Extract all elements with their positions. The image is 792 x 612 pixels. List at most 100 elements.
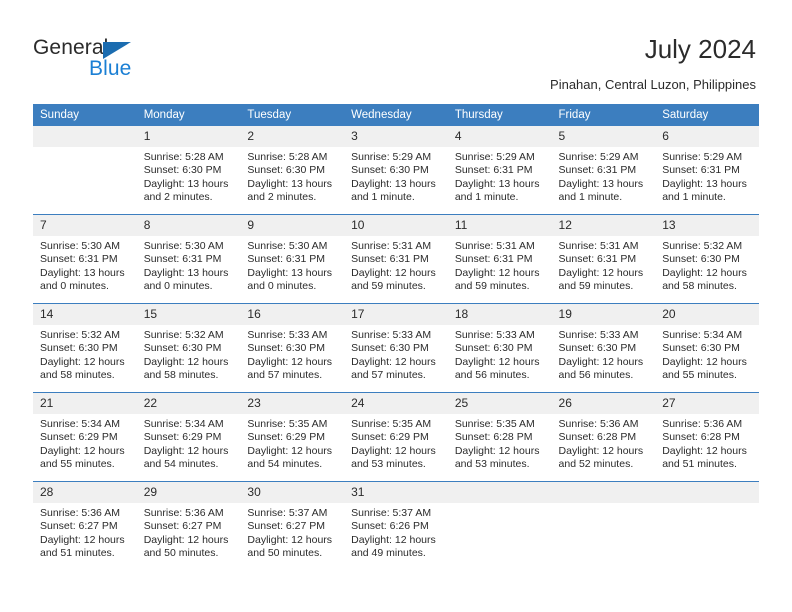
daylight-text: Daylight: 13 hours and 0 minutes. bbox=[40, 266, 125, 293]
calendar-table: Sunday Monday Tuesday Wednesday Thursday… bbox=[33, 104, 759, 570]
calendar-day-cell[interactable]: 20 Sunrise: 5:34 AM Sunset: 6:30 PM Dayligh… bbox=[655, 303, 759, 393]
calendar-day-cell[interactable]: 7 Sunrise: 5:30 AM Sunset: 6:31 PM Daylight… bbox=[33, 214, 137, 304]
day-details: Sunrise: 5:28 AM Sunset: 6:30 PM Daylight:… bbox=[137, 147, 241, 205]
sunset-text: Sunset: 6:31 PM bbox=[662, 164, 740, 177]
sunrise-text: Sunrise: 5:36 AM bbox=[558, 418, 639, 430]
weekday-header-tuesday: Tuesday bbox=[240, 104, 345, 126]
daylight-text: Daylight: 12 hours and 59 minutes. bbox=[558, 266, 644, 293]
daylight-text: Daylight: 12 hours and 57 minutes. bbox=[247, 355, 333, 382]
calendar-day-cell[interactable]: 31 Sunrise: 5:37 AM Sunset: 6:26 PM Dayligh… bbox=[344, 481, 448, 570]
weekday-header-friday: Friday bbox=[551, 104, 656, 126]
daylight-text: Daylight: 13 hours and 0 minutes. bbox=[247, 266, 333, 293]
day-number: 19 bbox=[551, 304, 656, 325]
sunset-text: Sunset: 6:30 PM bbox=[662, 342, 740, 355]
day-number: 16 bbox=[240, 304, 345, 325]
general-blue-logo[interactable]: General Blue bbox=[33, 36, 233, 82]
sunrise-text: Sunrise: 5:35 AM bbox=[454, 418, 535, 430]
daylight-text: Daylight: 12 hours and 58 minutes. bbox=[143, 355, 229, 382]
day-details: Sunrise: 5:37 AM Sunset: 6:27 PM Daylight:… bbox=[240, 503, 344, 561]
calendar-day-cell[interactable]: 25 Sunrise: 5:35 AM Sunset: 6:28 PM Dayligh… bbox=[447, 392, 552, 482]
day-number: 10 bbox=[344, 215, 448, 236]
weekday-header-thursday: Thursday bbox=[447, 104, 552, 126]
day-number: 4 bbox=[447, 126, 552, 147]
calendar-day-cell[interactable]: 3 Sunrise: 5:29 AM Sunset: 6:30 PM Daylight… bbox=[344, 126, 448, 215]
sunset-text: Sunset: 6:30 PM bbox=[351, 342, 429, 355]
day-details: Sunrise: 5:35 AM Sunset: 6:29 PM Daylight:… bbox=[240, 414, 344, 472]
calendar-day-cell[interactable]: 1 Sunrise: 5:28 AM Sunset: 6:30 PM Daylight… bbox=[136, 126, 241, 215]
sunset-text: Sunset: 6:30 PM bbox=[143, 342, 222, 355]
calendar-day-cell[interactable]: 16 Sunrise: 5:33 AM Sunset: 6:30 PM Dayligh… bbox=[240, 303, 345, 393]
day-number: 22 bbox=[136, 393, 241, 414]
calendar-day-cell[interactable]: 13 Sunrise: 5:32 AM Sunset: 6:30 PM Dayligh… bbox=[655, 214, 759, 304]
calendar-day-cell[interactable]: 10 Sunrise: 5:31 AM Sunset: 6:31 PM Dayligh… bbox=[344, 214, 448, 304]
daylight-text: Daylight: 12 hours and 58 minutes. bbox=[662, 266, 747, 293]
day-number: 12 bbox=[551, 215, 656, 236]
day-details: Sunrise: 5:34 AM Sunset: 6:29 PM Daylight:… bbox=[137, 414, 241, 472]
sunrise-text: Sunrise: 5:36 AM bbox=[662, 418, 743, 430]
calendar-day-cell[interactable]: 29 Sunrise: 5:36 AM Sunset: 6:27 PM Dayligh… bbox=[136, 481, 241, 570]
calendar-empty-cell bbox=[447, 481, 552, 570]
day-details: Sunrise: 5:36 AM Sunset: 6:27 PM Daylight:… bbox=[33, 503, 137, 561]
sunrise-text: Sunrise: 5:30 AM bbox=[247, 240, 328, 252]
calendar-day-cell[interactable]: 23 Sunrise: 5:35 AM Sunset: 6:29 PM Dayligh… bbox=[240, 392, 345, 482]
calendar-body: 1 Sunrise: 5:28 AM Sunset: 6:30 PM Daylight… bbox=[33, 126, 759, 570]
calendar-day-cell[interactable]: 28 Sunrise: 5:36 AM Sunset: 6:27 PM Dayligh… bbox=[33, 481, 137, 570]
calendar-day-cell[interactable]: 27 Sunrise: 5:36 AM Sunset: 6:28 PM Dayligh… bbox=[655, 392, 759, 482]
daylight-text: Daylight: 12 hours and 56 minutes. bbox=[454, 355, 540, 382]
sunrise-text: Sunrise: 5:32 AM bbox=[662, 240, 743, 252]
calendar-header-row: Sunday Monday Tuesday Wednesday Thursday… bbox=[33, 104, 759, 126]
calendar-day-cell[interactable]: 8 Sunrise: 5:30 AM Sunset: 6:31 PM Daylight… bbox=[136, 214, 241, 304]
daylight-text: Daylight: 12 hours and 59 minutes. bbox=[454, 266, 540, 293]
calendar-empty-cell bbox=[551, 481, 656, 570]
calendar-day-cell[interactable]: 15 Sunrise: 5:32 AM Sunset: 6:30 PM Dayligh… bbox=[136, 303, 241, 393]
day-details: Sunrise: 5:30 AM Sunset: 6:31 PM Daylight:… bbox=[240, 236, 344, 294]
calendar-day-cell[interactable]: 6 Sunrise: 5:29 AM Sunset: 6:31 PM Daylight… bbox=[655, 126, 759, 215]
calendar-day-cell[interactable]: 22 Sunrise: 5:34 AM Sunset: 6:29 PM Dayligh… bbox=[136, 392, 241, 482]
sunset-text: Sunset: 6:28 PM bbox=[662, 431, 740, 444]
sunrise-text: Sunrise: 5:33 AM bbox=[558, 329, 639, 341]
sunrise-text: Sunrise: 5:29 AM bbox=[454, 151, 535, 163]
day-details: Sunrise: 5:30 AM Sunset: 6:31 PM Daylight:… bbox=[137, 236, 241, 294]
calendar-day-cell[interactable]: 2 Sunrise: 5:28 AM Sunset: 6:30 PM Daylight… bbox=[240, 126, 345, 215]
calendar-day-cell[interactable]: 26 Sunrise: 5:36 AM Sunset: 6:28 PM Dayligh… bbox=[551, 392, 656, 482]
day-details: Sunrise: 5:32 AM Sunset: 6:30 PM Daylight:… bbox=[137, 325, 241, 383]
calendar-day-cell[interactable]: 21 Sunrise: 5:34 AM Sunset: 6:29 PM Dayligh… bbox=[33, 392, 137, 482]
calendar-day-cell[interactable]: 14 Sunrise: 5:32 AM Sunset: 6:30 PM Dayligh… bbox=[33, 303, 137, 393]
day-number: 3 bbox=[344, 126, 448, 147]
sunrise-text: Sunrise: 5:37 AM bbox=[247, 507, 328, 519]
calendar-empty-cell bbox=[655, 481, 759, 570]
daylight-text: Daylight: 12 hours and 56 minutes. bbox=[558, 355, 644, 382]
calendar-day-cell[interactable]: 17 Sunrise: 5:33 AM Sunset: 6:30 PM Dayligh… bbox=[344, 303, 448, 393]
sunset-text: Sunset: 6:31 PM bbox=[40, 253, 118, 266]
calendar-day-cell[interactable]: 11 Sunrise: 5:31 AM Sunset: 6:31 PM Dayligh… bbox=[447, 214, 552, 304]
sunrise-text: Sunrise: 5:37 AM bbox=[351, 507, 432, 519]
daylight-text: Daylight: 12 hours and 53 minutes. bbox=[454, 444, 540, 471]
day-details: Sunrise: 5:29 AM Sunset: 6:31 PM Daylight:… bbox=[448, 147, 552, 205]
sunrise-text: Sunrise: 5:34 AM bbox=[662, 329, 743, 341]
daylight-text: Daylight: 13 hours and 1 minute. bbox=[558, 177, 644, 204]
calendar-day-cell[interactable]: 5 Sunrise: 5:29 AM Sunset: 6:31 PM Daylight… bbox=[551, 126, 656, 215]
sunrise-text: Sunrise: 5:31 AM bbox=[558, 240, 639, 252]
calendar-day-cell[interactable]: 12 Sunrise: 5:31 AM Sunset: 6:31 PM Dayligh… bbox=[551, 214, 656, 304]
calendar-day-cell[interactable]: 4 Sunrise: 5:29 AM Sunset: 6:31 PM Daylight… bbox=[447, 126, 552, 215]
calendar-empty-cell bbox=[33, 126, 137, 215]
sunset-text: Sunset: 6:30 PM bbox=[143, 164, 222, 177]
calendar-day-cell[interactable]: 30 Sunrise: 5:37 AM Sunset: 6:27 PM Dayligh… bbox=[240, 481, 345, 570]
page-subtitle: Pinahan, Central Luzon, Philippines bbox=[550, 77, 756, 92]
daylight-text: Daylight: 12 hours and 59 minutes. bbox=[351, 266, 436, 293]
sunrise-text: Sunrise: 5:36 AM bbox=[40, 507, 120, 519]
calendar-day-cell[interactable]: 24 Sunrise: 5:35 AM Sunset: 6:29 PM Dayligh… bbox=[344, 392, 448, 482]
calendar-week-row: 7 Sunrise: 5:30 AM Sunset: 6:31 PM Daylight… bbox=[33, 214, 759, 304]
page-title: July 2024 bbox=[644, 34, 756, 64]
sunset-text: Sunset: 6:29 PM bbox=[247, 431, 326, 444]
calendar-day-cell[interactable]: 18 Sunrise: 5:33 AM Sunset: 6:30 PM Dayligh… bbox=[447, 303, 552, 393]
sunset-text: Sunset: 6:27 PM bbox=[40, 520, 118, 533]
day-details: Sunrise: 5:35 AM Sunset: 6:29 PM Daylight:… bbox=[344, 414, 448, 472]
calendar-day-cell[interactable]: 19 Sunrise: 5:33 AM Sunset: 6:30 PM Dayligh… bbox=[551, 303, 656, 393]
day-number: 31 bbox=[344, 482, 448, 503]
day-details: Sunrise: 5:32 AM Sunset: 6:30 PM Daylight:… bbox=[33, 325, 137, 383]
daylight-text: Daylight: 13 hours and 1 minute. bbox=[662, 177, 747, 204]
day-details: Sunrise: 5:35 AM Sunset: 6:28 PM Daylight:… bbox=[448, 414, 552, 472]
calendar-day-cell[interactable]: 9 Sunrise: 5:30 AM Sunset: 6:31 PM Daylight… bbox=[240, 214, 345, 304]
daylight-text: Daylight: 12 hours and 51 minutes. bbox=[40, 533, 125, 560]
